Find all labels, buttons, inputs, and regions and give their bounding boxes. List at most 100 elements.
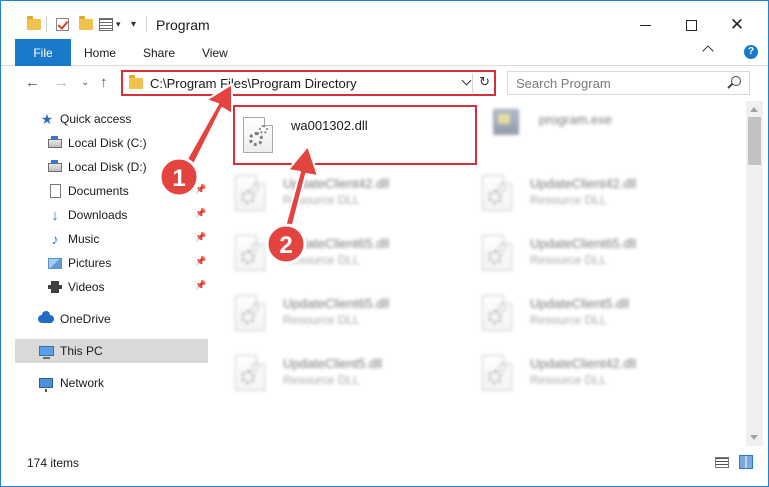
- this-pc-icon: [38, 343, 54, 359]
- up-arrow-icon[interactable]: ↑: [100, 74, 108, 91]
- quick-access-folder-icon[interactable]: [27, 15, 41, 33]
- file-name: UpdateClient65.dll: [283, 236, 390, 251]
- file-item[interactable]: UpdateClient65.dll Resource DLL: [227, 225, 467, 281]
- sidebar-item-downloads[interactable]: ↓ Downloads 📌: [15, 203, 208, 227]
- maximize-button[interactable]: [668, 11, 714, 39]
- sidebar-item-label: Music: [68, 232, 100, 246]
- sidebar-item-label: Quick access: [60, 112, 132, 126]
- file-name: UpdateClient5.dll: [283, 356, 383, 371]
- drive-icon: [47, 159, 63, 175]
- videos-icon: [47, 279, 63, 295]
- file-type: Resource DLL: [283, 193, 360, 207]
- tab-view[interactable]: View: [202, 46, 228, 60]
- refresh-icon[interactable]: ↻: [479, 74, 490, 90]
- file-name: program.exe: [539, 112, 612, 127]
- dll-file-icon: [235, 355, 265, 391]
- sidebar-item-documents[interactable]: Documents 📌: [15, 179, 208, 203]
- pictures-icon: [47, 255, 63, 271]
- file-type: Resource DLL: [283, 253, 360, 267]
- file-list-scrollbar[interactable]: [746, 101, 763, 446]
- file-name: UpdateClient42.dll: [530, 356, 637, 371]
- dll-file-icon: [482, 355, 512, 391]
- file-item[interactable]: UpdateClient65.dll Resource DLL: [227, 285, 467, 341]
- documents-icon: [47, 183, 63, 199]
- close-button[interactable]: ✕: [714, 11, 760, 39]
- file-item[interactable]: UpdateClient42.dll Resource DLL: [474, 345, 714, 401]
- file-type: Resource DLL: [530, 313, 607, 327]
- quick-access-new-folder-icon[interactable]: [79, 15, 93, 33]
- dll-file-icon: [235, 175, 265, 211]
- sidebar-item-label: Videos: [68, 280, 105, 294]
- pin-icon: 📌: [195, 208, 207, 218]
- sidebar-item-label: Documents: [68, 184, 129, 198]
- large-icons-view-icon[interactable]: [739, 455, 753, 469]
- file-type: Resource DLL: [283, 373, 360, 387]
- sidebar-item-label: OneDrive: [60, 312, 111, 326]
- quick-access-dropdown-icon[interactable]: ▾: [116, 15, 121, 33]
- window-title: Program: [156, 17, 210, 33]
- item-count: 174 items: [27, 456, 80, 470]
- file-type: Resource DLL: [530, 373, 607, 387]
- back-arrow-icon[interactable]: ←: [25, 74, 40, 91]
- file-type: Resource DLL: [530, 253, 607, 267]
- file-name: UpdateClient5.dll: [530, 296, 630, 311]
- sidebar-item-label: Pictures: [68, 256, 112, 270]
- search-box[interactable]: Search Program: [507, 71, 750, 95]
- file-item[interactable]: UpdateClient5.dll Resource DLL: [227, 345, 467, 401]
- file-list: wa001302.dll program.exe UpdateClient42.…: [227, 101, 745, 446]
- file-item-program-exe[interactable]: program.exe: [483, 101, 723, 157]
- tab-home[interactable]: Home: [84, 46, 116, 60]
- sidebar-item-onedrive[interactable]: OneDrive: [15, 307, 208, 331]
- address-folder-icon: [129, 74, 143, 89]
- sidebar-item-local-disk-c[interactable]: Local Disk (C:): [15, 131, 208, 155]
- file-item[interactable]: UpdateClient42.dll Resource DLL: [474, 165, 714, 221]
- status-bar: 174 items: [15, 451, 763, 473]
- tab-file[interactable]: File: [15, 39, 71, 66]
- tab-share[interactable]: Share: [143, 46, 175, 60]
- drive-icon: [47, 135, 63, 151]
- sidebar-item-local-disk-d[interactable]: Local Disk (D:): [15, 155, 208, 179]
- star-icon: ★: [40, 110, 54, 127]
- quick-access-separator: [46, 15, 47, 33]
- dll-file-icon: [482, 295, 512, 331]
- file-item[interactable]: UpdateClient5.dll Resource DLL: [474, 285, 714, 341]
- minimize-button[interactable]: [622, 11, 668, 39]
- details-view-icon[interactable]: [715, 457, 729, 468]
- file-item-wa001302-dll[interactable]: wa001302.dll: [233, 105, 477, 165]
- quick-access-properties-check-icon[interactable]: [56, 15, 69, 33]
- dll-file-icon: [235, 235, 265, 271]
- file-name: wa001302.dll: [291, 118, 368, 133]
- sidebar-item-music[interactable]: ♪ Music 📌: [15, 227, 208, 251]
- sidebar-item-label: Downloads: [68, 208, 128, 222]
- address-path: C:\Program Files\Program Directory: [150, 75, 357, 91]
- downloads-icon: ↓: [51, 206, 59, 224]
- sidebar-item-pictures[interactable]: Pictures 📌: [15, 251, 208, 275]
- search-icon[interactable]: [731, 76, 741, 86]
- address-dropdown-chevron-icon[interactable]: [461, 75, 472, 86]
- file-name: UpdateClient42.dll: [283, 176, 390, 191]
- minimize-icon: [639, 24, 651, 26]
- maximize-icon: [685, 19, 697, 31]
- pin-icon: 📌: [195, 232, 207, 242]
- navigation-pane-scrollbar[interactable]: [208, 101, 225, 446]
- network-icon: [38, 375, 54, 392]
- file-item[interactable]: UpdateClient65.dll Resource DLL: [474, 225, 714, 281]
- file-item[interactable]: UpdateClient42.dll Resource DLL: [227, 165, 467, 221]
- scroll-up-arrow-icon[interactable]: [750, 107, 758, 112]
- quick-access-properties-icon[interactable]: [99, 15, 113, 33]
- recent-locations-chevron-icon[interactable]: ⌄: [81, 77, 89, 88]
- sidebar-item-videos[interactable]: Videos 📌: [15, 275, 208, 299]
- scrollbar-thumb[interactable]: [748, 117, 761, 165]
- scroll-down-arrow-icon[interactable]: [750, 435, 758, 440]
- collapse-ribbon-chevron-icon[interactable]: [702, 45, 714, 57]
- forward-arrow-icon[interactable]: →: [54, 74, 69, 91]
- sidebar-item-quick-access[interactable]: ★ Quick access: [15, 107, 208, 131]
- address-bar[interactable]: C:\Program Files\Program Directory ↻: [121, 70, 496, 96]
- sidebar-item-this-pc[interactable]: This PC: [15, 339, 208, 363]
- quick-access-customize-icon[interactable]: ▾: [131, 15, 136, 33]
- address-divider: [472, 73, 473, 93]
- help-icon[interactable]: ?: [744, 45, 758, 59]
- file-name: UpdateClient65.dll: [530, 236, 637, 251]
- search-input[interactable]: Search Program: [516, 76, 611, 91]
- sidebar-item-network[interactable]: Network: [15, 371, 208, 395]
